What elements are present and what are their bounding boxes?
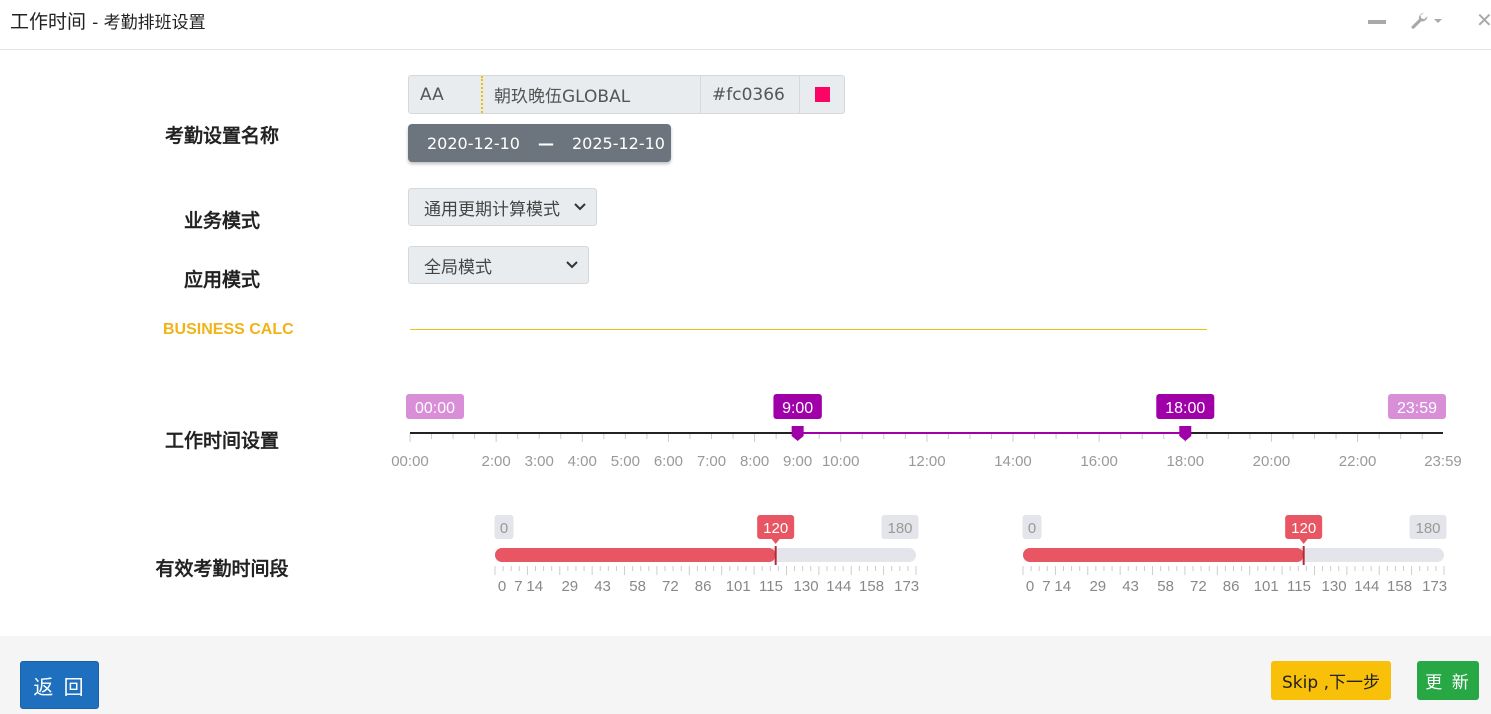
range-grid-label: 101 <box>1254 578 1279 595</box>
range-value-pointer <box>1299 539 1308 544</box>
range-grid-label: 158 <box>1387 578 1412 595</box>
range-grid-label: 58 <box>1157 578 1174 595</box>
update-button[interactable]: 更 新 <box>1417 661 1479 700</box>
range-max-label: 180 <box>1409 515 1447 539</box>
range-grid-label: 14 <box>1054 578 1071 595</box>
range-grid-label: 43 <box>1122 578 1139 595</box>
range-grid-label: 0 <box>1026 578 1034 595</box>
range-grid-label: 130 <box>1322 578 1347 595</box>
range-grid-label: 72 <box>1190 578 1207 595</box>
range-fill <box>1023 548 1304 562</box>
range-grid-label: 173 <box>1422 578 1447 595</box>
dialog-footer <box>0 636 1491 714</box>
valid-period-slider-2[interactable]: 0 7 14 29 43 58 72 86 101 115 130 144 158 1730 180120 <box>0 0 1491 620</box>
range-grid-label: 144 <box>1354 578 1379 595</box>
back-button[interactable]: 返 回 <box>20 661 99 709</box>
range-max-label-text: 180 <box>1415 520 1440 537</box>
range-grid-label: 29 <box>1089 578 1106 595</box>
range-grid-label: 7 <box>1042 578 1050 595</box>
skip-next-button[interactable]: Skip ,下一步 <box>1271 661 1391 700</box>
range-value-label: 120 <box>1285 515 1323 544</box>
range-min-label: 0 <box>1022 515 1042 539</box>
range-min-label-text: 0 <box>1028 520 1036 537</box>
range-grid-label: 86 <box>1223 578 1240 595</box>
range-grid-label: 115 <box>1287 578 1311 595</box>
range-value-label-text: 120 <box>1291 520 1316 537</box>
